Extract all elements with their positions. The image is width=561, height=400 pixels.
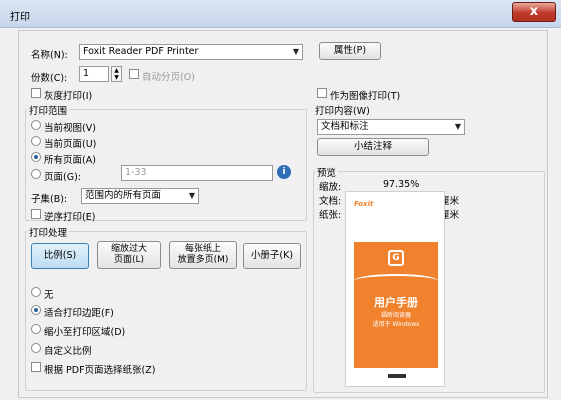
paper-by-pdf-checkbox[interactable]: [31, 362, 41, 372]
pages-field[interactable]: 1-33: [121, 165, 273, 181]
shrink-label: 缩小至打印区域(D): [44, 327, 126, 338]
subset-select[interactable]: 范围内的所有页面 ▼: [81, 188, 199, 204]
scale-none-label: 无: [44, 290, 54, 301]
radio-scale-none[interactable]: [31, 287, 41, 297]
tab-fit-large-pages[interactable]: 缩放过大 页面(L): [97, 241, 161, 269]
print-as-image-label: 作为图像打印(T): [330, 91, 401, 102]
title-bar: 打印 x: [0, 0, 561, 28]
window-title: 打印: [10, 12, 30, 23]
doc-size-label: 文档:: [319, 196, 342, 207]
copies-field[interactable]: 1: [79, 66, 109, 82]
printer-select[interactable]: Foxit Reader PDF Printer ▼: [79, 44, 303, 60]
preview-page: Foxit G 用户手册 福昕阅读器 适用于 Windows: [345, 191, 445, 387]
cover-image: G 用户手册 福昕阅读器 适用于 Windows: [354, 242, 438, 368]
tab-multiple-pages[interactable]: 每张纸上 放置多页(M): [169, 241, 237, 269]
zoom-value: 97.35%: [383, 179, 420, 190]
copies-label: 份数(C):: [31, 73, 68, 84]
paper-by-pdf-label: 根据 PDF页面选择纸张(Z): [44, 365, 156, 376]
info-icon[interactable]: i: [277, 165, 291, 179]
radio-current-view[interactable]: [31, 120, 41, 130]
all-pages-label: 所有页面(A): [44, 155, 96, 166]
current-page-label: 当前页面(U): [44, 139, 97, 150]
preview-title: 预览: [315, 165, 339, 179]
tab-booklet[interactable]: 小册子(K): [243, 243, 301, 269]
custom-scale-label: 自定义比例: [44, 346, 92, 357]
subset-label: 子集(B):: [31, 194, 68, 205]
radio-fit-margins[interactable]: [31, 305, 41, 315]
cover-subtitle: 福昕阅读器: [380, 312, 411, 319]
print-content-value: 文档和标注: [321, 121, 369, 132]
chevron-down-icon: ▼: [188, 191, 195, 200]
print-content-select[interactable]: 文档和标注 ▼: [317, 119, 465, 135]
paper-size-label: 纸张:: [319, 210, 342, 221]
summarize-comments-button[interactable]: 小结注释: [317, 138, 429, 156]
fit-margins-label: 适合打印边距(F): [44, 308, 114, 319]
collate-checkbox[interactable]: [129, 69, 139, 79]
grayscale-checkbox[interactable]: [31, 88, 41, 98]
chevron-down-icon: ▼: [454, 122, 461, 131]
print-dialog: 打印 x 名称(N): Foxit Reader PDF Printer ▼ 属…: [0, 0, 561, 400]
publisher-logo-icon: [388, 374, 406, 378]
radio-current-page[interactable]: [31, 136, 41, 146]
printer-name-label: 名称(N):: [31, 50, 68, 61]
print-as-image-checkbox[interactable]: [317, 88, 327, 98]
chevron-down-icon: ▼: [292, 47, 299, 56]
printer-select-value: Foxit Reader PDF Printer: [83, 46, 199, 57]
collate-label: 自动分页(O): [142, 72, 195, 83]
current-view-label: 当前视图(V): [44, 123, 96, 134]
cover-platform: 适用于 Windows: [372, 321, 420, 328]
copies-stepper[interactable]: ▲ ▼: [111, 66, 122, 82]
foxit-logo-icon: Foxit: [354, 200, 374, 208]
cover-title: 用户手册: [374, 296, 418, 309]
print-range-title: 打印范围: [27, 103, 70, 117]
close-button[interactable]: x: [512, 2, 556, 22]
pages-label: 页面(G):: [44, 172, 81, 183]
tab-scale[interactable]: 比例(S): [31, 243, 89, 269]
zoom-label: 缩放:: [319, 182, 342, 193]
foxit-g-icon: G: [388, 250, 404, 266]
reverse-label: 逆序打印(E): [44, 212, 96, 223]
grayscale-label: 灰度打印(I): [44, 91, 93, 102]
print-content-label: 打印内容(W): [315, 106, 370, 117]
book-arc-icon: [354, 274, 438, 288]
radio-pages[interactable]: [31, 169, 41, 179]
print-handling-title: 打印处理: [27, 225, 70, 239]
radio-custom-scale[interactable]: [31, 343, 41, 353]
dialog-content: 名称(N): Foxit Reader PDF Printer ▼ 属性(P) …: [18, 30, 548, 398]
subset-select-value: 范围内的所有页面: [85, 190, 162, 201]
reverse-checkbox[interactable]: [31, 209, 41, 219]
radio-all-pages[interactable]: [31, 152, 41, 162]
properties-button[interactable]: 属性(P): [319, 42, 381, 60]
radio-shrink[interactable]: [31, 324, 41, 334]
